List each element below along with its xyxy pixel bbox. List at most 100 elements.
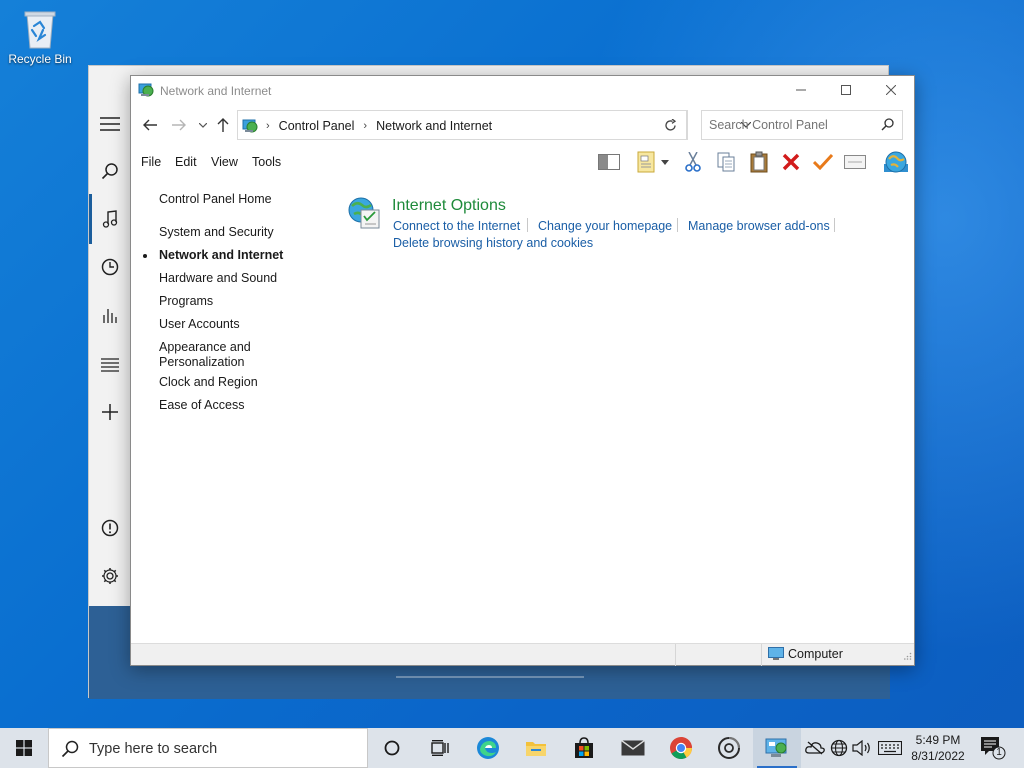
paste-icon[interactable] bbox=[746, 150, 772, 174]
taskbar-groove-music-button[interactable] bbox=[705, 728, 753, 768]
sidebar-item-label: Personalization bbox=[159, 355, 245, 369]
delete-icon[interactable] bbox=[778, 150, 804, 174]
recent-locations-chevron-icon[interactable] bbox=[193, 116, 213, 134]
music-note-icon[interactable] bbox=[89, 203, 131, 235]
breadcrumb-separator-icon[interactable]: › bbox=[266, 120, 270, 132]
close-button[interactable] bbox=[868, 76, 914, 104]
progress-track[interactable] bbox=[396, 676, 584, 678]
properties-checkmark-icon[interactable] bbox=[810, 150, 836, 174]
manage-browser-addons-link[interactable]: Manage browser add-ons bbox=[688, 219, 830, 233]
preview-pane-icon[interactable] bbox=[596, 150, 622, 174]
breadcrumb-network-and-internet[interactable]: Network and Internet bbox=[376, 119, 492, 133]
search-control-panel-field[interactable] bbox=[701, 110, 903, 140]
minimize-button[interactable] bbox=[778, 76, 824, 104]
window-title: Network and Internet bbox=[160, 84, 272, 98]
delete-browsing-history-link[interactable]: Delete browsing history and cookies bbox=[393, 236, 593, 250]
breadcrumb: › Control Panel › Network and Internet bbox=[242, 118, 492, 134]
sidebar-item-label: Appearance and bbox=[159, 340, 251, 354]
menu-edit[interactable]: Edit bbox=[175, 155, 197, 169]
maximize-button[interactable] bbox=[823, 76, 869, 104]
recycle-bin-icon bbox=[24, 11, 56, 49]
playlist-icon[interactable] bbox=[89, 349, 131, 381]
touch-keyboard-icon[interactable] bbox=[877, 738, 903, 758]
change-homepage-link[interactable]: Change your homepage bbox=[538, 219, 672, 233]
sidebar-item-network-and-internet[interactable]: Network and Internet bbox=[143, 248, 283, 263]
network-globe-icon[interactable] bbox=[828, 738, 850, 758]
title-bar[interactable]: Network and Internet bbox=[131, 76, 914, 106]
sidebar-item-clock-and-region[interactable]: Clock and Region bbox=[159, 375, 258, 390]
search-icon[interactable] bbox=[881, 118, 894, 134]
sidebar-item-appearance-and-personalization[interactable]: Appearance and Personalization bbox=[159, 340, 251, 370]
cortana-circle-icon bbox=[384, 740, 400, 756]
sidebar-item-ease-of-access[interactable]: Ease of Access bbox=[159, 398, 244, 413]
volume-icon[interactable] bbox=[851, 738, 873, 758]
menu-view[interactable]: View bbox=[211, 155, 238, 169]
clock-icon[interactable] bbox=[89, 251, 131, 283]
taskbar-control-panel-button[interactable] bbox=[753, 728, 801, 768]
breadcrumb-control-panel[interactable]: Control Panel bbox=[279, 119, 355, 133]
taskbar-clock[interactable]: 5:49 PM 8/31/2022 bbox=[906, 732, 970, 764]
clock-time: 5:49 PM bbox=[915, 733, 961, 747]
search-icon[interactable] bbox=[89, 155, 131, 187]
taskbar-edge-button[interactable] bbox=[464, 728, 512, 768]
info-icon[interactable] bbox=[89, 512, 131, 544]
copy-icon[interactable] bbox=[713, 150, 739, 174]
control-panel-home-link[interactable]: Control Panel Home bbox=[159, 192, 272, 207]
taskbar: Type here to search 5:49 PM 8/31/2022 1 bbox=[0, 728, 1024, 768]
status-bar: Computer bbox=[131, 643, 914, 666]
link-divider bbox=[527, 218, 528, 232]
taskbar-mail-button[interactable] bbox=[609, 728, 657, 768]
sidebar-item-hardware-and-sound[interactable]: Hardware and Sound bbox=[159, 271, 277, 286]
cut-icon[interactable] bbox=[680, 150, 706, 174]
add-icon[interactable] bbox=[89, 396, 131, 428]
taskbar-file-explorer-button[interactable] bbox=[512, 728, 560, 768]
current-category-bullet bbox=[143, 254, 147, 258]
menu-file[interactable]: File bbox=[141, 155, 161, 169]
internet-options-icon[interactable] bbox=[347, 196, 383, 235]
recycle-bin-shortcut[interactable]: Recycle Bin bbox=[6, 6, 74, 66]
address-control-panel-icon bbox=[242, 118, 258, 134]
rename-icon[interactable] bbox=[842, 150, 868, 174]
status-divider bbox=[675, 644, 676, 666]
internet-options-title[interactable]: Internet Options bbox=[392, 197, 506, 215]
taskbar-search-box[interactable]: Type here to search bbox=[48, 728, 368, 768]
equalizer-icon[interactable] bbox=[89, 299, 131, 331]
gear-icon[interactable] bbox=[89, 560, 131, 592]
control-panel-icon bbox=[138, 82, 154, 101]
views-icon[interactable] bbox=[634, 150, 660, 174]
internet-globe-icon[interactable] bbox=[881, 150, 911, 174]
sidebar-item-system-and-security[interactable]: System and Security bbox=[159, 225, 274, 240]
address-bar: › Control Panel › Network and Internet bbox=[131, 108, 914, 142]
resize-grip-icon[interactable] bbox=[904, 649, 912, 663]
windows-logo-icon bbox=[16, 740, 32, 756]
refresh-button[interactable] bbox=[655, 110, 687, 140]
forward-arrow-icon[interactable] bbox=[169, 116, 189, 134]
address-field[interactable]: › Control Panel › Network and Internet bbox=[237, 110, 751, 140]
start-button[interactable] bbox=[0, 728, 48, 768]
search-input[interactable] bbox=[709, 117, 874, 133]
sidebar-item-user-accounts[interactable]: User Accounts bbox=[159, 317, 240, 332]
status-divider bbox=[761, 644, 762, 666]
up-arrow-icon[interactable] bbox=[213, 116, 233, 134]
back-arrow-icon[interactable] bbox=[140, 116, 160, 134]
menu-icon[interactable] bbox=[89, 108, 131, 140]
control-panel-window[interactable]: Network and Internet › Control Panel › N… bbox=[130, 75, 915, 666]
status-zone: Computer bbox=[768, 647, 843, 661]
control-panel-icon bbox=[765, 738, 787, 757]
views-dropdown-chevron-icon[interactable] bbox=[658, 150, 672, 174]
edge-icon bbox=[477, 737, 499, 759]
link-divider bbox=[677, 218, 678, 232]
menu-bar: File Edit View Tools bbox=[131, 148, 914, 176]
menu-tools[interactable]: Tools bbox=[252, 155, 281, 169]
taskbar-store-button[interactable] bbox=[560, 728, 608, 768]
task-view-icon bbox=[431, 740, 449, 756]
taskbar-chrome-button[interactable] bbox=[657, 728, 705, 768]
status-zone-label: Computer bbox=[788, 647, 843, 661]
onedrive-offline-icon[interactable] bbox=[804, 738, 826, 758]
cortana-button[interactable] bbox=[368, 728, 416, 768]
action-center-button[interactable]: 1 bbox=[980, 736, 1006, 763]
sidebar-item-programs[interactable]: Programs bbox=[159, 294, 213, 309]
breadcrumb-separator-icon[interactable]: › bbox=[363, 120, 367, 132]
task-view-button[interactable] bbox=[416, 728, 464, 768]
connect-to-internet-link[interactable]: Connect to the Internet bbox=[393, 219, 520, 233]
